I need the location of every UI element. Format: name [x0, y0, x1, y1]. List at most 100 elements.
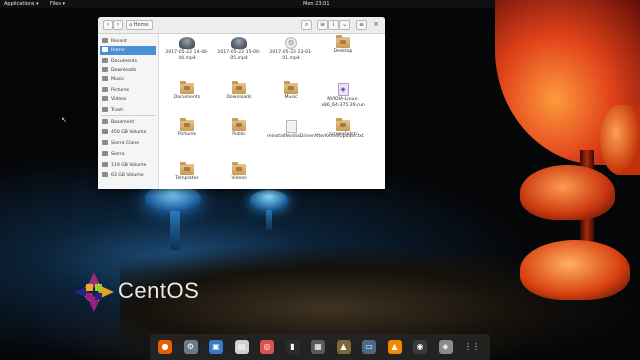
- centos-logo-icon: [74, 272, 114, 312]
- terminal-icon[interactable]: ▮: [285, 340, 300, 354]
- sidebar-item-label: Sierra: [111, 152, 125, 157]
- file-item[interactable]: ⚙ 2017-05-22 23-01-01.mp4: [267, 37, 315, 61]
- folder-icon: [232, 81, 246, 94]
- media-file-icon: ⚙: [285, 37, 297, 49]
- search-button[interactable]: ⌕: [301, 20, 312, 30]
- file-item[interactable]: reinstallNvidiaDriverAfterKernelUpdate.t…: [267, 120, 364, 140]
- sidebar-item-trash[interactable]: Trash: [100, 106, 156, 115]
- trash-icon: [102, 107, 108, 112]
- file-item[interactable]: Music: [267, 81, 315, 101]
- file-name: NVIDIA-Linux-x86_64-375.39.run: [321, 97, 365, 108]
- files-menu[interactable]: Files ▾: [50, 1, 65, 7]
- mouse-cursor-icon: ↖: [61, 116, 67, 124]
- sidebar-item-pictures[interactable]: Pictures: [100, 86, 156, 95]
- path-bar-home-button[interactable]: ⌂ Home: [126, 20, 153, 30]
- file-item[interactable]: 2017-05-22 15-00-05.mp4: [215, 37, 263, 61]
- drive-icon: [102, 119, 108, 124]
- disks-icon[interactable]: ◈: [438, 340, 453, 354]
- centos-wordmark: CentOS: [118, 278, 200, 303]
- sidebar-item-sierra[interactable]: Sierra: [100, 150, 156, 159]
- sidebar-item-music[interactable]: Music: [100, 75, 156, 84]
- music-icon: [102, 76, 108, 81]
- back-button[interactable]: ‹: [103, 20, 113, 30]
- executable-file-icon: ◆: [337, 83, 349, 96]
- file-item[interactable]: 2017-05-22 14-46-44.mp4: [163, 37, 211, 61]
- list-view-button[interactable]: ≡: [317, 20, 328, 30]
- clock-icon: [102, 38, 108, 43]
- sidebar-item-recent[interactable]: Recent: [100, 37, 156, 46]
- file-item[interactable]: Videos: [215, 162, 263, 182]
- home-icon: [102, 47, 108, 52]
- folder-icon: [180, 81, 194, 94]
- file-name: Public: [232, 132, 246, 137]
- sidebar-item-label: Downloads: [111, 68, 137, 73]
- file-name: Music: [284, 95, 298, 100]
- firefox-icon[interactable]: ●: [158, 340, 172, 354]
- sidebar-item-label: 450 GB Volume: [111, 130, 147, 135]
- folder-icon: [336, 118, 350, 131]
- remote-desktop-icon[interactable]: ▭: [362, 340, 376, 354]
- places-sidebar: Recent Home Documents Downloads Music Picture…: [98, 34, 159, 189]
- file-name: Videos: [231, 176, 247, 181]
- close-button[interactable]: ×: [371, 20, 381, 30]
- file-item[interactable]: Desktop: [319, 35, 367, 55]
- file-item[interactable]: Templates: [163, 162, 211, 182]
- sidebar-item-sierra-clone[interactable]: Sierra Clone: [100, 139, 156, 148]
- grid-view-button[interactable]: ⁞: [328, 20, 339, 30]
- folder-icon: [232, 118, 246, 131]
- drive-icon: [102, 172, 108, 177]
- vlc-icon[interactable]: ▲: [387, 340, 402, 354]
- drive-icon: [102, 151, 108, 156]
- sidebar-item-label: Documents: [111, 59, 138, 64]
- applications-menu[interactable]: Applications ▾: [4, 1, 39, 7]
- software-icon[interactable]: ▣: [209, 340, 223, 354]
- file-name: Documents: [173, 95, 201, 100]
- home-icon: ⌂: [129, 22, 133, 28]
- file-item[interactable]: Downloads: [215, 81, 263, 101]
- view-options-button[interactable]: ⌄: [339, 20, 350, 30]
- settings-icon[interactable]: ⚙: [183, 340, 198, 354]
- sidebar-item-label: 63 GB Volume: [111, 173, 144, 178]
- text-file-icon: [285, 120, 297, 133]
- menu-icon: ≡: [358, 21, 365, 28]
- chevron-down-icon: ⌄: [341, 21, 348, 28]
- file-name: Desktop: [333, 49, 353, 54]
- folder-icon: [232, 162, 246, 175]
- drive-icon: [102, 129, 108, 134]
- sidebar-item-documents[interactable]: Documents: [100, 57, 156, 66]
- sidebar-item-label: Pictures: [111, 88, 130, 93]
- file-grid: 2017-05-22 14-46-44.mp4 2017-05-22 15-00-…: [159, 34, 385, 189]
- file-name: 2017-05-22 14-46-44.mp4: [165, 50, 209, 61]
- video-file-icon: [231, 37, 247, 49]
- hamburger-menu-button[interactable]: ≡: [356, 20, 367, 30]
- folder-icon: [336, 35, 350, 48]
- file-name: 2017-05-22 23-01-01.mp4: [269, 50, 313, 61]
- file-item[interactable]: Public: [215, 118, 263, 138]
- help-icon[interactable]: ◎: [260, 340, 274, 354]
- downloads-icon: [102, 67, 108, 72]
- sidebar-item-450-gb-volume[interactable]: 450 GB Volume: [100, 128, 156, 137]
- file-item[interactable]: Documents: [163, 81, 211, 101]
- file-manager-toolbar: ‹ › ⌂ Home ⌕ ≡ ⁞ ⌄ ≡ ×: [98, 17, 385, 34]
- forward-button[interactable]: ›: [113, 20, 123, 30]
- image-viewer-icon[interactable]: ▲: [336, 340, 351, 354]
- text-editor-icon[interactable]: ▤: [234, 340, 249, 354]
- pictures-icon: [102, 87, 108, 92]
- sidebar-item-basement[interactable]: Basement: [100, 118, 156, 127]
- file-item[interactable]: screenFetch: [319, 118, 367, 138]
- sidebar-item-label: Sierra Clone: [111, 141, 140, 146]
- file-item[interactable]: Pictures: [163, 118, 211, 138]
- file-manager-window: ‹ › ⌂ Home ⌕ ≡ ⁞ ⌄ ≡ × Recent Home Documen…: [98, 17, 385, 189]
- sidebar-item-119-gb-volume[interactable]: 119 GB Volume: [100, 161, 156, 170]
- file-item[interactable]: ◆ NVIDIA-Linux-x86_64-375.39.run: [319, 83, 367, 108]
- sidebar-item-videos[interactable]: Videos: [100, 95, 156, 104]
- file-name: Pictures: [177, 132, 197, 137]
- file-name: reinstallNvidiaDriverAfterKernelUpdate.t…: [267, 134, 364, 139]
- system-monitor-icon[interactable]: ▦: [311, 340, 325, 354]
- clock[interactable]: Mon 23:01: [303, 1, 330, 7]
- sidebar-item-home[interactable]: Home: [100, 46, 156, 55]
- sidebar-item-63-gb-volume[interactable]: 63 GB Volume: [100, 171, 156, 180]
- show-apps-icon[interactable]: ⋮⋮: [464, 340, 480, 354]
- sidebar-item-downloads[interactable]: Downloads: [100, 66, 156, 75]
- obs-icon[interactable]: ◉: [413, 340, 427, 354]
